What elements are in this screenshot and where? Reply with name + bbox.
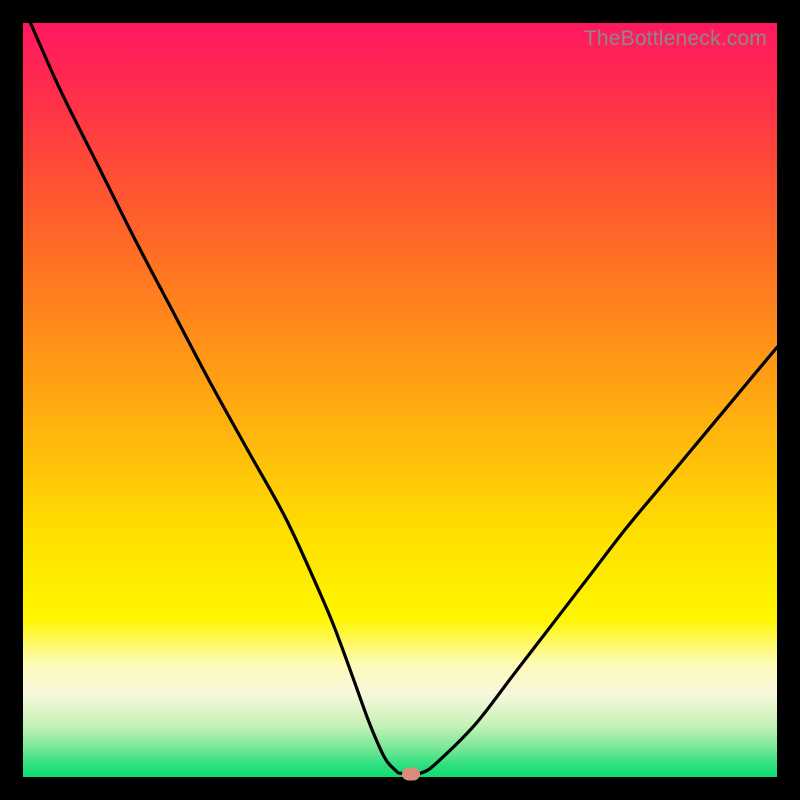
chart-frame: TheBottleneck.com <box>0 0 800 800</box>
optimal-point-marker <box>402 767 420 780</box>
plot-area: TheBottleneck.com <box>23 23 777 777</box>
bottleneck-curve-path <box>31 23 777 774</box>
curve-svg <box>23 23 777 777</box>
